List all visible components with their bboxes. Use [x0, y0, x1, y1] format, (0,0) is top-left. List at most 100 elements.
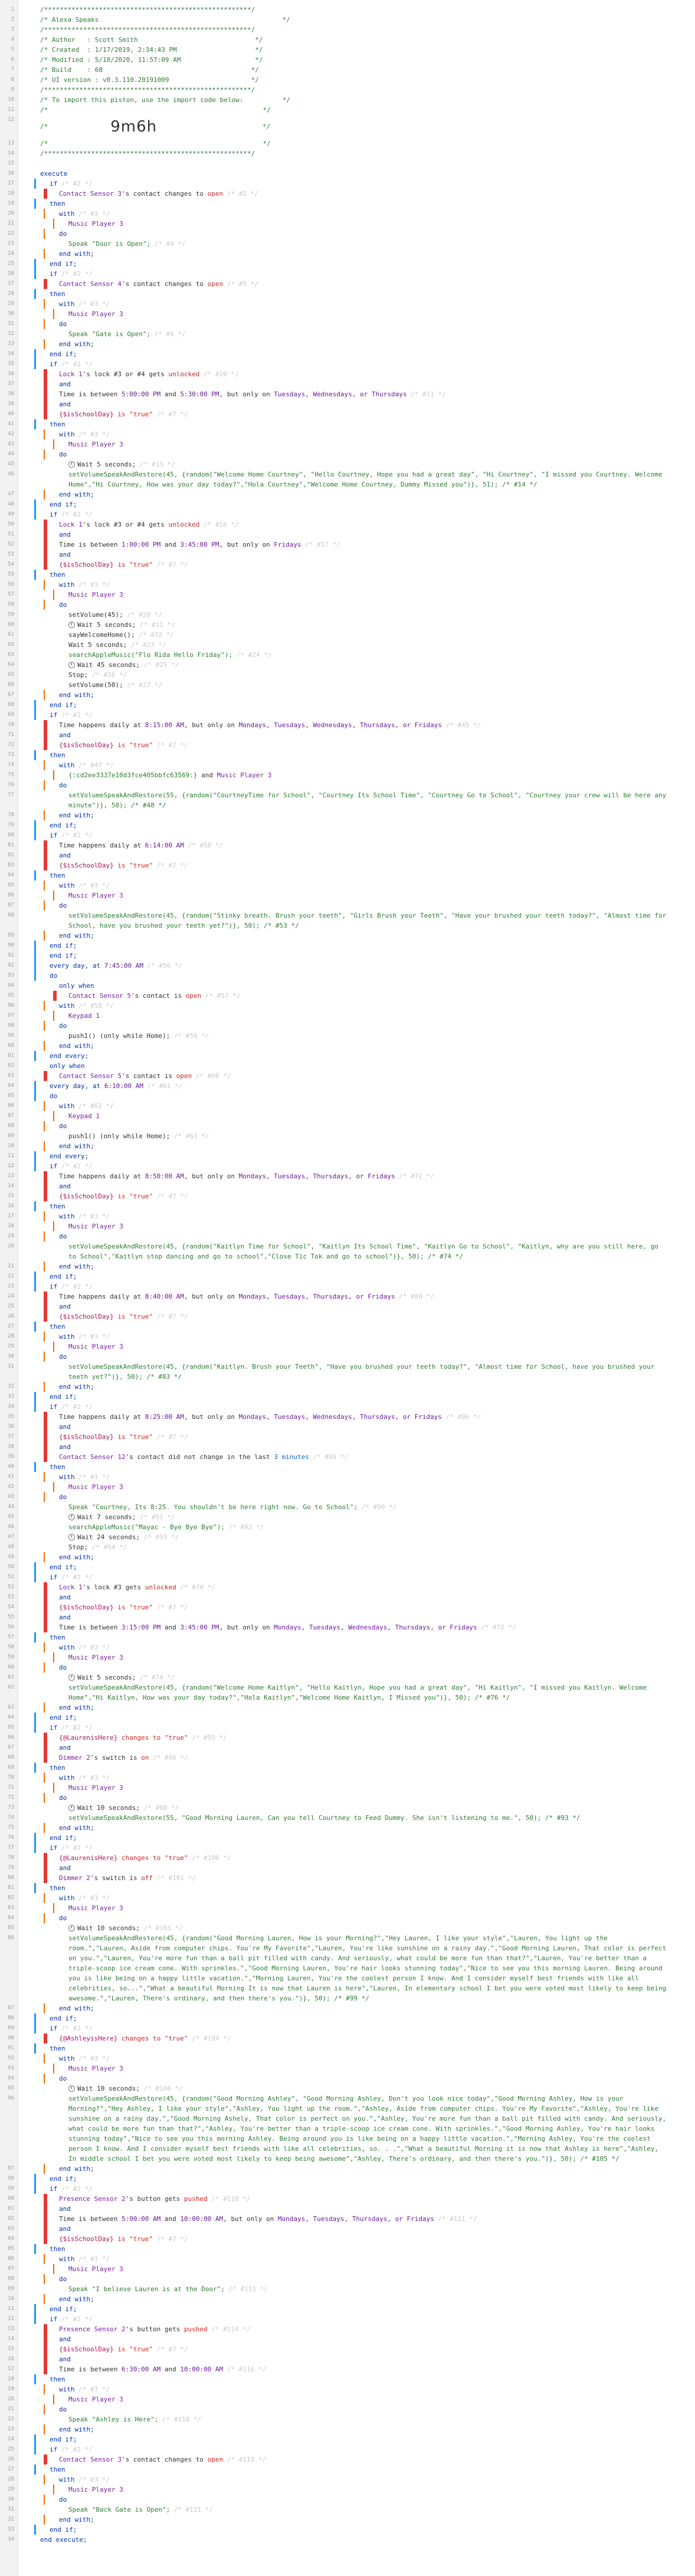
- code-text[interactable]: then: [50, 289, 687, 299]
- code-text[interactable]: end if;: [50, 500, 687, 510]
- code-text[interactable]: setVolumeSpeakAndRestore(45, {random("Go…: [68, 1933, 669, 2003]
- code-text[interactable]: end if;: [50, 1392, 687, 1402]
- code-text[interactable]: Music Player 3: [68, 309, 687, 319]
- code-text[interactable]: end with;: [59, 2294, 687, 2304]
- code-text[interactable]: {@LaurenisHere} changes to "true" /* #10…: [59, 1853, 687, 1863]
- code-text[interactable]: Time happens daily at 8:50:00 AM, but on…: [59, 1171, 687, 1181]
- code-text[interactable]: Music Player 3: [68, 590, 687, 600]
- code-text[interactable]: end with;: [59, 2164, 687, 2174]
- code-text[interactable]: with /* #3 */: [59, 1332, 687, 1342]
- code-text[interactable]: Music Player 3: [68, 2394, 687, 2404]
- code-text[interactable]: if /* #2 */: [50, 830, 687, 840]
- code-text[interactable]: with /* #3 */: [59, 2475, 687, 2485]
- code-text[interactable]: and: [59, 530, 687, 540]
- code-text[interactable]: Contact Sensor 5's contact is open /* #5…: [68, 991, 687, 1001]
- code-text[interactable]: Music Player 3: [68, 2485, 687, 2495]
- code-text[interactable]: and: [59, 730, 687, 740]
- code-text[interactable]: if /* #2 */: [50, 179, 687, 189]
- code-text[interactable]: {$isSchoolDay} is "true" /* #7 */: [59, 1312, 687, 1322]
- code-text[interactable]: {$isSchoolDay} is "true" /* #7 */: [59, 409, 687, 419]
- code-text[interactable]: /* Modified : 5/10/2020, 11:57:09 AM */: [40, 55, 687, 65]
- code-text[interactable]: if /* #2 */: [50, 1572, 687, 1582]
- code-text[interactable]: end every;: [50, 1051, 687, 1061]
- code-text[interactable]: Presence Sensor 2's button gets pushed /…: [59, 2194, 687, 2204]
- code-text[interactable]: only when: [59, 981, 687, 991]
- code-text[interactable]: {$isSchoolDay} is "true" /* #7 */: [59, 1602, 687, 1612]
- code-text[interactable]: Contact Sensor 3's contact changes to op…: [59, 189, 687, 199]
- code-text[interactable]: Speak "Courtney, Its 8:25. You shouldn't…: [68, 1502, 687, 1512]
- code-text[interactable]: Music Player 3: [68, 219, 687, 229]
- code-text[interactable]: do: [59, 229, 687, 239]
- code-text[interactable]: end with;: [59, 1823, 687, 1833]
- code-text[interactable]: Time is between 6:30:00 AM and 10:00:00 …: [59, 2364, 687, 2374]
- code-text[interactable]: Wait 5 seconds; /* #23 */: [68, 640, 687, 650]
- code-text[interactable]: then: [50, 1322, 687, 1332]
- code-text[interactable]: Music Player 3: [68, 1221, 687, 1231]
- code-text[interactable]: and: [59, 1612, 687, 1622]
- code-text[interactable]: Music Player 3: [68, 891, 687, 901]
- code-text[interactable]: Music Player 3: [68, 1903, 687, 1913]
- code-text[interactable]: end if;: [50, 820, 687, 830]
- code-text[interactable]: if /* #2 */: [50, 2444, 687, 2455]
- code-text[interactable]: /* 9m6h */: [40, 115, 687, 139]
- code-text[interactable]: Wait 5 seconds; /* #13 */: [68, 459, 687, 469]
- code-text[interactable]: /* Created : 1/17/2019, 2:34:43 PM */: [40, 45, 687, 55]
- code-text[interactable]: {@LaurenisHere} changes to "true" /* #95…: [59, 1733, 687, 1743]
- code-text[interactable]: do: [59, 2495, 687, 2505]
- code-text[interactable]: Time happens daily at 6:14:00 AM /* #50 …: [59, 840, 687, 850]
- code-text[interactable]: with /* #3 */: [59, 299, 687, 309]
- code-text[interactable]: /***************************************…: [40, 149, 687, 159]
- code-text[interactable]: with /* #3 */: [59, 580, 687, 590]
- code-text[interactable]: Stop; /* #94 */: [68, 1542, 687, 1552]
- code-text[interactable]: Contact Sensor 4's contact changes to op…: [59, 279, 687, 289]
- code-text[interactable]: end with;: [59, 339, 687, 349]
- code-text[interactable]: do: [50, 1091, 687, 1101]
- code-text[interactable]: end execute;: [40, 2535, 687, 2545]
- code-text[interactable]: Time happens daily at 8:25:00 AM, but on…: [59, 1412, 687, 1422]
- code-text[interactable]: and: [59, 1743, 687, 1753]
- code-text[interactable]: end with;: [59, 2424, 687, 2434]
- code-text[interactable]: setVolumeSpeakAndRestore(45, {random("Ka…: [68, 1241, 669, 1261]
- code-text[interactable]: Lock 1's lock #3 or #4 gets unlocked /* …: [59, 369, 687, 379]
- code-text[interactable]: do: [59, 2274, 687, 2284]
- code-text[interactable]: then: [50, 870, 687, 880]
- code-text[interactable]: setVolumeSpeakAndRestore(55, "Good Morni…: [68, 1813, 687, 1823]
- code-text[interactable]: then: [50, 2374, 687, 2384]
- code-text[interactable]: end with;: [59, 2003, 687, 2013]
- code-text[interactable]: Keypad 1: [68, 1011, 687, 1021]
- code-text[interactable]: Contact Sensor 12's contact did not chan…: [59, 1452, 687, 1462]
- code-text[interactable]: {$isSchoolDay} is "true" /* #7 */: [59, 560, 687, 570]
- code-text[interactable]: do: [59, 1231, 687, 1241]
- code-text[interactable]: and: [59, 1863, 687, 1873]
- code-text[interactable]: /***************************************…: [40, 85, 687, 95]
- code-text[interactable]: end if;: [50, 2525, 687, 2535]
- code-text[interactable]: then: [50, 1201, 687, 1211]
- code-text[interactable]: end with;: [59, 1261, 687, 1271]
- code-text[interactable]: with /* #3 */: [59, 2053, 687, 2064]
- code-text[interactable]: end with;: [59, 810, 687, 820]
- code-text[interactable]: Music Player 3: [68, 2064, 687, 2074]
- code-text[interactable]: Presence Sensor 2's button gets pushed /…: [59, 2324, 687, 2334]
- code-text[interactable]: do: [59, 319, 687, 329]
- code-text[interactable]: every day, at 6:10:00 AM /* #61 */: [50, 1081, 687, 1091]
- code-text[interactable]: and: [59, 2334, 687, 2344]
- code-text[interactable]: and: [59, 1442, 687, 1452]
- code-text[interactable]: end if;: [50, 941, 687, 951]
- code-text[interactable]: end with;: [59, 1382, 687, 1392]
- code-text[interactable]: and: [59, 2354, 687, 2364]
- code-text[interactable]: Speak "Door is Open"; /* #4 */: [68, 239, 687, 249]
- code-text[interactable]: end every;: [50, 1151, 687, 1161]
- code-text[interactable]: then: [50, 2244, 687, 2254]
- code-text[interactable]: do: [59, 600, 687, 610]
- code-text[interactable]: end if;: [50, 2434, 687, 2444]
- code-text[interactable]: Keypad 1: [68, 1111, 687, 1121]
- code-text[interactable]: if /* #2 */: [50, 1843, 687, 1853]
- code-text[interactable]: end if;: [50, 1833, 687, 1843]
- code-text[interactable]: /* */: [40, 105, 687, 115]
- code-text[interactable]: then: [50, 1883, 687, 1893]
- code-text[interactable]: end if;: [50, 1562, 687, 1572]
- code-text[interactable]: end if;: [50, 1713, 687, 1723]
- code-text[interactable]: and: [59, 379, 687, 389]
- code-text[interactable]: setVolumeSpeakAndRestore(45, {random("Go…: [68, 2094, 669, 2164]
- code-text[interactable]: if /* #2 */: [50, 1161, 687, 1171]
